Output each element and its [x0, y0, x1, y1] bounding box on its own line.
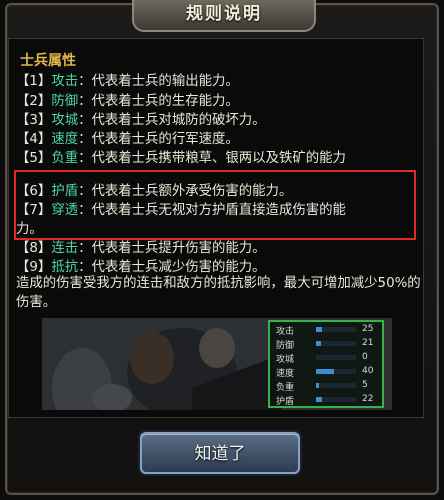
rule-row-1: 【1】攻击：代表着士兵的输出能力。	[16, 69, 239, 89]
stat-label: 负重	[276, 383, 295, 393]
rule-key: 速度	[51, 132, 79, 147]
rule-row-7: 【7】穿透：代表着士兵无视对方护盾直接造成伤害的能	[16, 198, 346, 218]
stat-bar	[316, 383, 356, 388]
rule-key: 攻城	[51, 113, 79, 128]
stat-row-attack: 攻击 25	[276, 324, 373, 337]
rule-index: 【3】	[16, 113, 52, 128]
rule-key: 连击	[51, 241, 79, 256]
stat-bar	[316, 355, 356, 360]
stat-label: 速度	[276, 369, 295, 379]
rule-index: 【7】	[16, 203, 52, 218]
stat-value: 22	[362, 394, 374, 404]
stat-label: 护盾	[276, 397, 295, 407]
ok-button[interactable]: 知道了	[140, 432, 300, 474]
rule-text: ：代表着士兵额外承受伤害的能力。	[78, 184, 293, 199]
rule-index: 【5】	[16, 151, 52, 166]
rule-key: 防御	[51, 94, 79, 109]
rule-index: 【4】	[16, 132, 52, 147]
damage-summary: 造成的伤害受我方的连击和敌方的抵抗影响，最大可增加减少50%的伤害。	[16, 276, 421, 310]
stat-row-shield: 护盾 22	[276, 394, 373, 407]
rule-text: ：代表着士兵对城防的破坏力。	[78, 113, 266, 128]
rule-index: 【9】	[16, 260, 52, 275]
rule-text: ：代表着士兵的生存能力。	[78, 94, 239, 109]
stat-value: 5	[362, 380, 368, 390]
rule-key: 负重	[51, 151, 79, 166]
rule-row-3: 【3】攻城：代表着士兵对城防的破坏力。	[16, 108, 266, 128]
stat-bar-fill	[316, 341, 321, 346]
rule-index: 【6】	[16, 184, 52, 199]
rule-index: 【2】	[16, 94, 52, 109]
rule-row-9: 【9】抵抗：代表着士兵减少伤害的能力。	[16, 255, 266, 275]
stat-row-load: 负重 5	[276, 380, 368, 393]
rule-row-6: 【6】护盾：代表着士兵额外承受伤害的能力。	[16, 179, 292, 199]
rule-text: ：代表着士兵的输出能力。	[78, 74, 239, 89]
stat-bar	[316, 327, 356, 332]
rule-index: 【1】	[16, 74, 52, 89]
stat-bar	[316, 341, 356, 346]
rule-key: 抵抗	[51, 260, 79, 275]
stat-bar-fill	[316, 383, 320, 388]
stat-bar	[316, 397, 356, 402]
rule-text: ：代表着士兵携带粮草、银两以及铁矿的能力	[78, 151, 346, 166]
rule-key: 攻击	[51, 74, 79, 89]
stat-row-speed: 速度 40	[276, 366, 373, 379]
stat-label: 攻击	[276, 327, 295, 337]
stat-value: 25	[362, 324, 374, 334]
stat-row-defense: 防御 21	[276, 338, 373, 351]
rule-row-4: 【4】速度：代表着士兵的行军速度。	[16, 127, 239, 147]
stat-value: 0	[362, 352, 368, 362]
rule-text: ：代表着士兵无视对方护盾直接造成伤害的能	[78, 203, 346, 218]
rule-text: 力。	[16, 222, 43, 237]
dialog-title: 规则说明	[132, 0, 316, 32]
rule-row-8: 【8】连击：代表着士兵提升伤害的能力。	[16, 236, 266, 256]
rule-key: 护盾	[51, 184, 79, 199]
stat-bar-fill	[316, 397, 322, 402]
stat-bar-fill	[316, 369, 334, 374]
stat-label: 防御	[276, 341, 295, 351]
rule-index: 【8】	[16, 241, 52, 256]
stat-label: 攻城	[276, 355, 295, 365]
stat-row-siege: 攻城 0	[276, 352, 368, 365]
stat-value: 21	[362, 338, 374, 348]
soldier-stats-panel: 攻击 25 防御 21 攻城 0 速度 40 负重 5 护盾 22	[268, 320, 384, 408]
rule-row-2: 【2】防御：代表着士兵的生存能力。	[16, 89, 239, 109]
stat-bar-fill	[316, 327, 322, 332]
rule-text: ：代表着士兵提升伤害的能力。	[78, 241, 266, 256]
stat-value: 40	[362, 366, 374, 376]
rule-row-5: 【5】负重：代表着士兵携带粮草、银两以及铁矿的能力	[16, 146, 346, 166]
rule-text: ：代表着士兵的行军速度。	[78, 132, 239, 147]
rule-row-7-continuation: 力。	[16, 217, 43, 237]
stat-bar	[316, 369, 356, 374]
rule-text: ：代表着士兵减少伤害的能力。	[78, 260, 266, 275]
rule-key: 穿透	[51, 203, 79, 218]
section-title: 士兵属性	[20, 53, 76, 69]
